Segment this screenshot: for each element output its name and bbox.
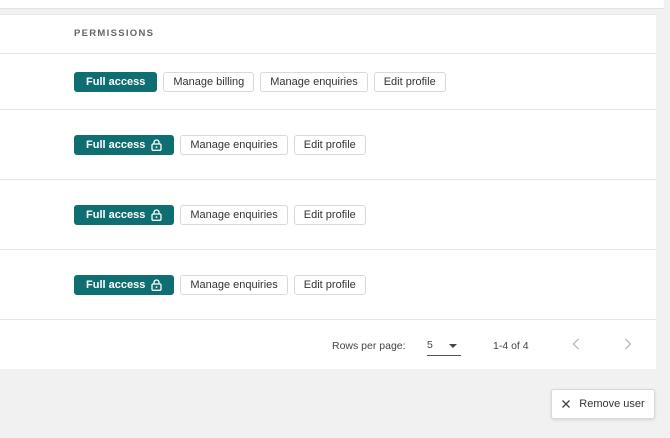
permissions-table: PERMISSIONS Full access Manage billing M… xyxy=(0,14,656,369)
next-page-button[interactable] xyxy=(620,336,636,352)
edit-profile-chip[interactable]: Edit profile xyxy=(293,134,366,155)
table-row: Full access Manage billing Manage enquir… xyxy=(0,54,656,110)
permissions-column-header: PERMISSIONS xyxy=(74,28,155,39)
chevron-right-icon xyxy=(625,338,632,350)
full-access-chip[interactable]: Full access xyxy=(74,204,175,225)
edit-profile-chip[interactable]: Edit profile xyxy=(373,71,446,92)
table-pagination: Rows per page: 5 1-4 of 4 xyxy=(0,320,656,370)
previous-page-button[interactable] xyxy=(568,336,584,352)
close-icon xyxy=(562,400,571,408)
permission-chips: Full access Manage enquiries Edit profil… xyxy=(74,204,366,225)
lock-icon xyxy=(151,278,162,291)
full-access-chip[interactable]: Full access xyxy=(74,134,175,155)
permission-chips: Full access Manage enquiries Edit profil… xyxy=(74,274,366,295)
rows-per-page-select[interactable]: 5 xyxy=(427,335,461,356)
chevron-down-icon xyxy=(449,344,457,348)
permission-chips: Full access Manage enquiries Edit profil… xyxy=(74,134,366,155)
pagination-range: 1-4 of 4 xyxy=(493,340,529,352)
table-row: Full access Manage enquiries Edit profil… xyxy=(0,110,656,180)
manage-enquiries-chip[interactable]: Manage enquiries xyxy=(180,134,288,155)
table-row: Full access Manage enquiries Edit profil… xyxy=(0,250,656,320)
edit-profile-chip[interactable]: Edit profile xyxy=(293,204,366,225)
manage-enquiries-chip[interactable]: Manage enquiries xyxy=(180,204,288,225)
manage-enquiries-chip[interactable]: Manage enquiries xyxy=(260,71,368,92)
rows-per-page-value: 5 xyxy=(427,339,433,351)
manage-billing-chip[interactable]: Manage billing xyxy=(163,71,255,92)
lock-icon xyxy=(151,138,162,151)
chevron-left-icon xyxy=(572,338,579,350)
manage-enquiries-chip[interactable]: Manage enquiries xyxy=(180,274,288,295)
full-access-chip[interactable]: Full access xyxy=(74,274,175,295)
remove-user-button[interactable]: Remove user xyxy=(551,389,655,419)
table-header: PERMISSIONS xyxy=(0,15,656,54)
table-row: Full access Manage enquiries Edit profil… xyxy=(0,180,656,250)
remove-user-label: Remove user xyxy=(579,398,645,410)
lock-icon xyxy=(151,208,162,221)
permission-chips: Full access Manage billing Manage enquir… xyxy=(74,71,446,92)
edit-profile-chip[interactable]: Edit profile xyxy=(293,274,366,295)
full-access-chip[interactable]: Full access xyxy=(74,71,158,92)
page-edge xyxy=(664,0,670,438)
rows-per-page-label: Rows per page: xyxy=(332,340,406,352)
top-panel-edge xyxy=(0,0,664,9)
